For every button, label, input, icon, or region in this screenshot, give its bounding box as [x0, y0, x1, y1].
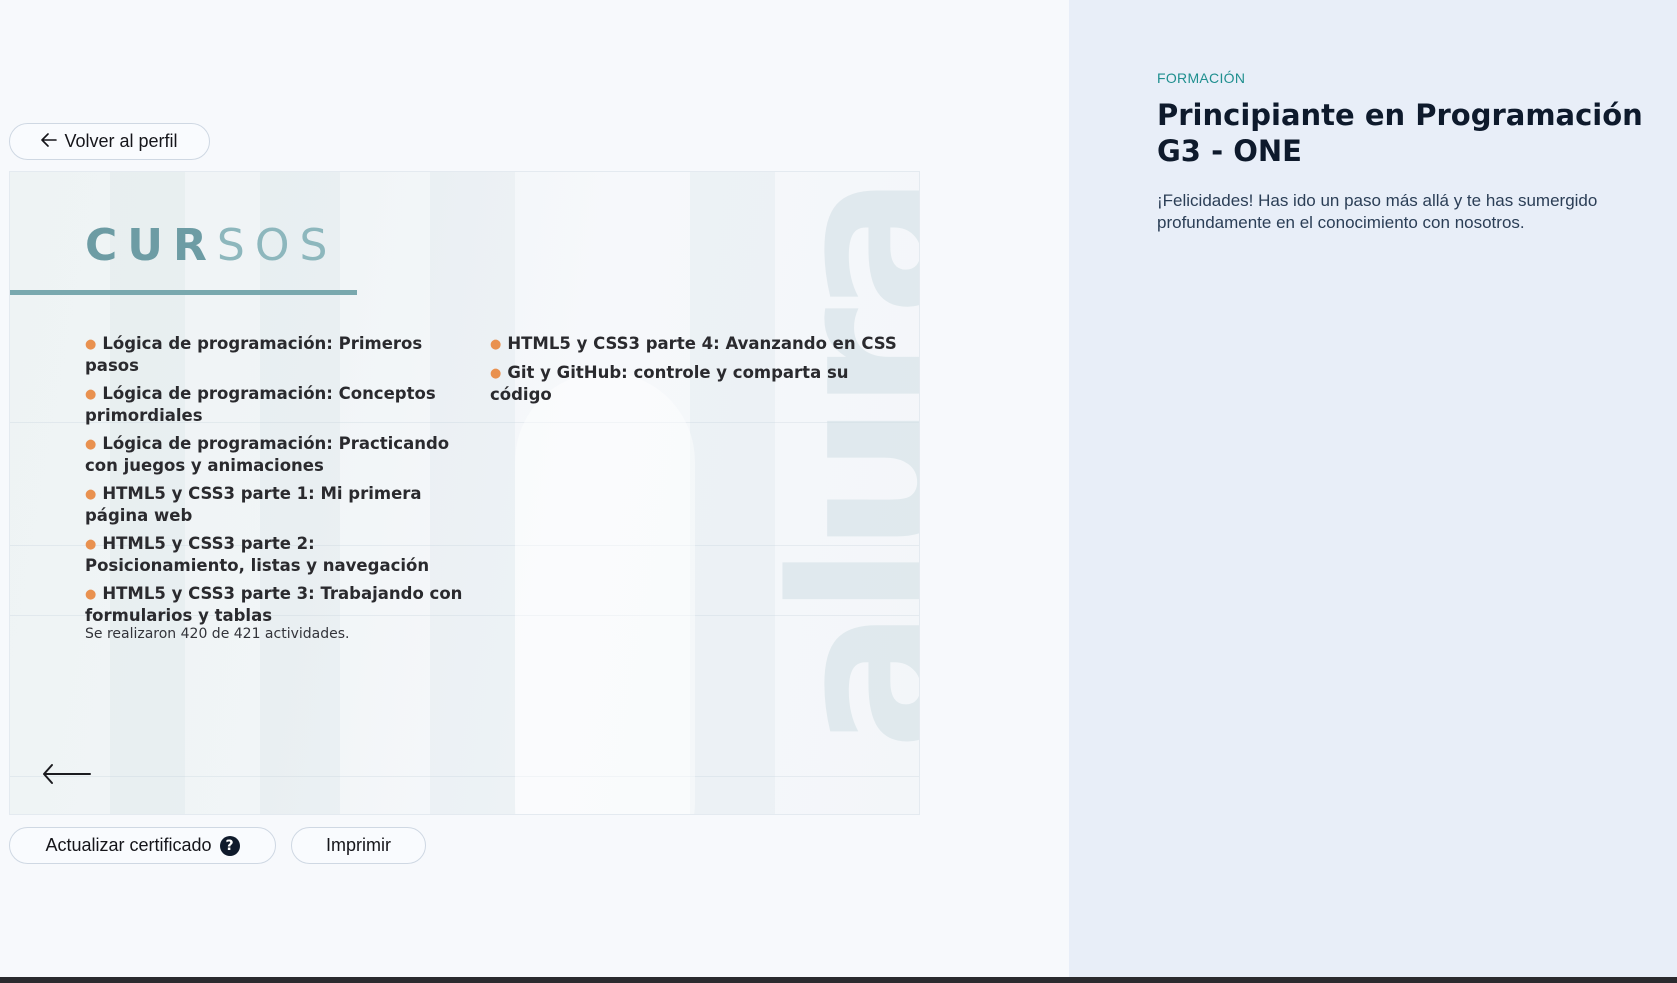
certificate-preview: alura CURSOS ● Lógica de programación: Pr…: [9, 171, 920, 815]
bottom-edge: [0, 977, 1677, 983]
congratulations-text: ¡Felicidades! Has ido un paso más allá y…: [1157, 191, 1598, 232]
course-item: ● HTML5 y CSS3 parte 4: Avanzando en CSS: [490, 334, 897, 353]
heading-underline: [10, 290, 357, 295]
question-circle-icon[interactable]: ?: [219, 835, 240, 856]
arrow-left-icon[interactable]: [42, 762, 92, 791]
course-item: ● Git y GitHub: controle y comparta su có…: [490, 363, 849, 404]
bullet-dot-icon: ●: [85, 587, 97, 602]
course-item: ● Lógica de programación: Conceptos primo…: [85, 384, 436, 425]
course-list-column-2: ● HTML5 y CSS3 parte 4: Avanzando en CSS …: [490, 333, 910, 412]
course-item: ● HTML5 y CSS3 parte 1: Mi primera página…: [85, 484, 422, 525]
back-button-label: Volver al perfil: [64, 131, 178, 151]
course-item: ● Lógica de programación: Practicando con…: [85, 434, 450, 475]
certificate-heading: CURSOS: [85, 220, 338, 271]
page-title: Principiante en Programación G3 - ONE: [1157, 98, 1643, 168]
print-button[interactable]: Imprimir: [291, 827, 426, 864]
arrow-left-icon: [41, 131, 58, 152]
back-to-profile-button[interactable]: Volver al perfil: [9, 123, 210, 160]
bullet-dot-icon: ●: [490, 337, 502, 352]
course-list-column-1: ● Lógica de programación: Primeros pasos …: [85, 333, 475, 633]
bullet-dot-icon: ●: [85, 437, 97, 452]
section-label: FORMACIÓN: [1157, 70, 1246, 86]
course-item: ● HTML5 y CSS3 parte 3: Trabajando con fo…: [85, 584, 463, 625]
background-shape: [515, 372, 695, 814]
update-certificate-button[interactable]: Actualizar certificado ?: [9, 827, 276, 864]
alura-watermark: alura: [746, 182, 920, 751]
print-button-label: Imprimir: [326, 835, 391, 855]
activities-summary: Se realizaron 420 de 421 actividades.: [85, 626, 350, 642]
bullet-dot-icon: ●: [85, 487, 97, 502]
bullet-dot-icon: ●: [490, 366, 502, 381]
bullet-dot-icon: ●: [85, 337, 97, 352]
update-certificate-label: Actualizar certificado: [45, 835, 212, 855]
bullet-dot-icon: ●: [85, 537, 97, 552]
background-line: [10, 776, 919, 777]
bullet-dot-icon: ●: [85, 387, 97, 402]
course-item: ● Lógica de programación: Primeros pasos: [85, 334, 423, 375]
course-item: ● HTML5 y CSS3 parte 2: Posicionamiento, …: [85, 534, 430, 575]
